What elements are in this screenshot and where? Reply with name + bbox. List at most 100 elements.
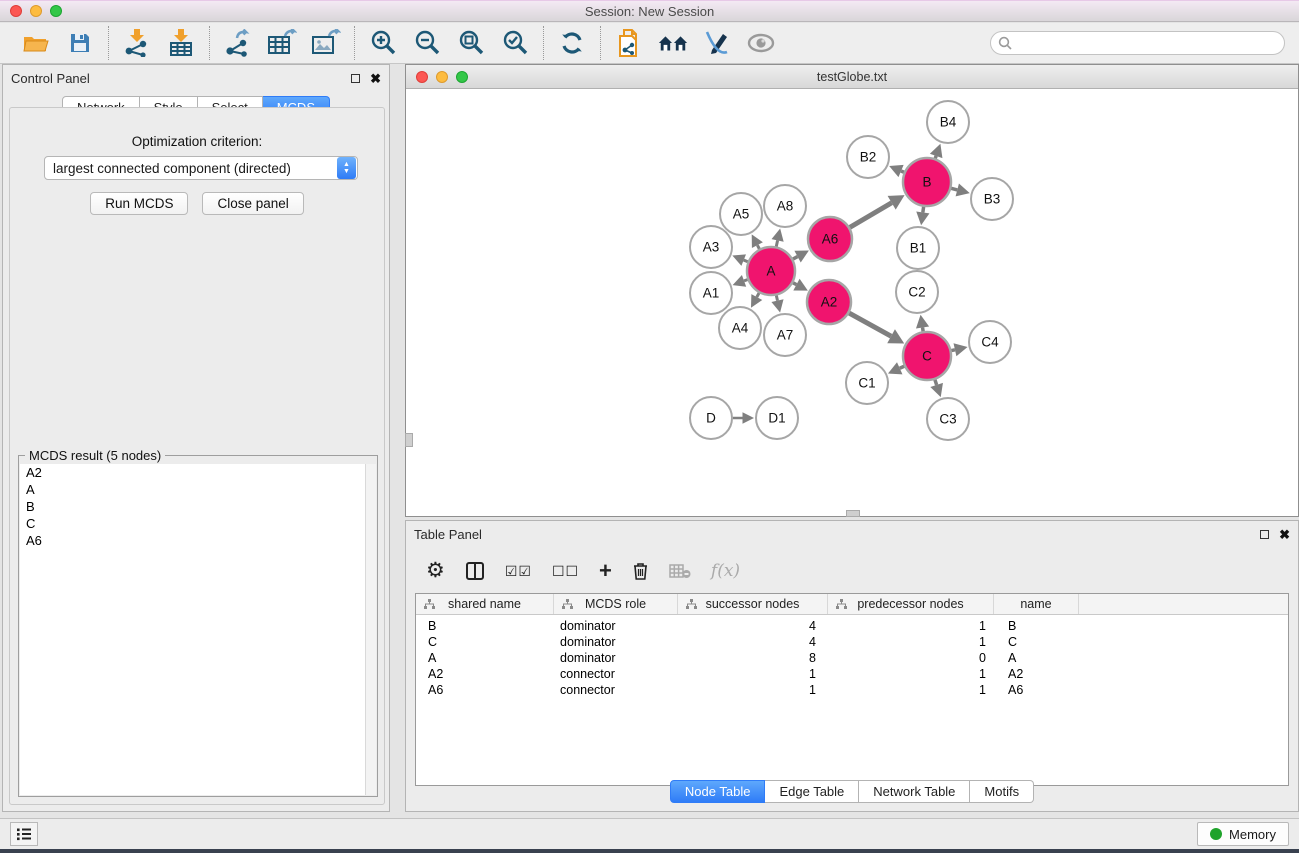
graph-node-A2[interactable]: A2 [807, 280, 851, 324]
graph-node-B4[interactable]: B4 [927, 101, 969, 143]
graph-node-D[interactable]: D [690, 397, 732, 439]
table-row[interactable]: A6connector11A6 [416, 682, 1288, 698]
graph-node-B3[interactable]: B3 [971, 178, 1013, 220]
memory-button[interactable]: Memory [1197, 822, 1289, 846]
mcds-result-item[interactable]: B [20, 498, 365, 515]
node-table-header[interactable]: shared nameMCDS rolesuccessor nodesprede… [416, 594, 1288, 615]
edge-A-A2[interactable] [793, 283, 796, 285]
save-session-icon[interactable] [64, 28, 96, 58]
graph-node-C3[interactable]: C3 [927, 398, 969, 440]
export-image-icon[interactable] [310, 28, 342, 58]
tab-edge-table[interactable]: Edge Table [765, 780, 859, 803]
tab-network-table[interactable]: Network Table [859, 780, 970, 803]
graph-node-C4[interactable]: C4 [969, 321, 1011, 363]
table-options-gear-icon[interactable]: ⚙ [426, 561, 445, 581]
edge-A-A7[interactable] [776, 295, 777, 300]
graph-node-B2[interactable]: B2 [847, 136, 889, 178]
import-table-icon[interactable] [165, 28, 197, 58]
edge-B-B2[interactable] [901, 171, 904, 172]
graph-node-A7[interactable]: A7 [764, 314, 806, 356]
table-row[interactable]: Bdominator41B [416, 618, 1288, 634]
column-header-shared-name[interactable]: shared name [416, 594, 554, 614]
edge-A-A6[interactable] [793, 257, 798, 259]
network-window-titlebar[interactable]: testGlobe.txt [406, 65, 1298, 89]
edge-A-A8[interactable] [776, 240, 777, 246]
show-graphics-details-icon[interactable] [745, 28, 777, 58]
edge-C-C3[interactable] [935, 380, 937, 385]
mcds-result-list[interactable]: A2ABCA6 [20, 464, 366, 795]
table-row[interactable]: Adominator80A [416, 650, 1288, 666]
edge-B-B1[interactable] [923, 207, 924, 213]
zoom-selected-icon[interactable] [499, 28, 531, 58]
column-header-name[interactable]: name [994, 594, 1079, 614]
first-neighbors-icon[interactable] [657, 28, 689, 58]
close-table-panel-icon[interactable]: ✖ [1279, 528, 1290, 541]
mcds-result-item[interactable]: A [20, 481, 365, 498]
open-file-icon[interactable] [20, 28, 52, 58]
table-row[interactable]: A2connector11A2 [416, 666, 1288, 682]
desktop-background [0, 849, 1299, 853]
graph-node-B1[interactable]: B1 [897, 227, 939, 269]
new-network-from-selection-icon[interactable] [613, 28, 645, 58]
graph-node-A4[interactable]: A4 [719, 307, 761, 349]
edge-C-C2[interactable] [923, 327, 924, 331]
graph-node-A6[interactable]: A6 [808, 217, 852, 261]
tab-node-table[interactable]: Node Table [670, 780, 766, 803]
close-panel-button[interactable]: Close panel [202, 192, 303, 215]
edge-A-A3[interactable] [744, 260, 748, 262]
mcds-result-item[interactable]: A6 [20, 532, 365, 549]
edge-A-A5[interactable] [757, 245, 759, 249]
run-mcds-button[interactable]: Run MCDS [90, 192, 188, 215]
edge-A2-C[interactable] [849, 313, 891, 336]
zoom-out-icon[interactable] [411, 28, 443, 58]
select-all-rows-icon[interactable]: ☑☑ [505, 563, 532, 580]
network-resize-grip-left[interactable] [405, 433, 413, 447]
delete-column-icon[interactable] [632, 561, 649, 581]
graph-node-C2[interactable]: C2 [896, 271, 938, 313]
add-column-icon[interactable]: + [599, 562, 612, 580]
column-header-predecessor-nodes[interactable]: predecessor nodes [828, 594, 994, 614]
export-table-icon[interactable] [266, 28, 298, 58]
edge-A6-B[interactable] [850, 203, 892, 228]
graph-node-A3[interactable]: A3 [690, 226, 732, 268]
graph-node-A[interactable]: A [747, 247, 795, 295]
task-history-button[interactable] [10, 822, 38, 846]
import-network-icon[interactable] [121, 28, 153, 58]
export-network-icon[interactable] [222, 28, 254, 58]
column-visibility-icon[interactable] [465, 561, 485, 581]
graph-node-A1[interactable]: A1 [690, 272, 732, 314]
network-graph[interactable]: B4 B2 B B3 A5A8A6 A3 B1 A A1 C2 A2 A4A7 C4 C C1 C3 D D1 [406, 90, 1298, 516]
deselect-all-rows-icon[interactable]: ☐☐ [552, 563, 579, 580]
tab-motifs[interactable]: Motifs [970, 780, 1034, 803]
graph-node-C[interactable]: C [903, 332, 951, 380]
mcds-list-scrollbar[interactable] [366, 464, 376, 795]
edge-A-A4[interactable] [757, 293, 759, 297]
float-table-panel-icon[interactable] [1260, 530, 1269, 539]
graph-node-C1[interactable]: C1 [846, 362, 888, 404]
edge-A-A1[interactable] [744, 280, 747, 281]
zoom-in-icon[interactable] [367, 28, 399, 58]
column-header-mcds-role[interactable]: MCDS role [554, 594, 678, 614]
search-input[interactable] [990, 31, 1285, 55]
edge-B-B4[interactable] [935, 156, 936, 159]
edge-B-B3[interactable] [951, 188, 957, 190]
hide-labels-icon[interactable] [701, 28, 733, 58]
zoom-fit-icon[interactable] [455, 28, 487, 58]
edge-C-C4[interactable] [951, 350, 955, 351]
network-canvas[interactable]: B4 B2 B B3 A5A8A6 A3 B1 A A1 C2 A2 A4A7 C4 C C1 C3 D D1 [406, 90, 1298, 516]
mcds-result-item[interactable]: C [20, 515, 365, 532]
table-cell: dominator [554, 651, 678, 665]
graph-node-B[interactable]: B [903, 158, 951, 206]
criterion-dropdown[interactable]: largest connected component (directed) ▲… [44, 156, 358, 180]
graph-node-A5[interactable]: A5 [720, 193, 762, 235]
float-panel-icon[interactable] [351, 74, 360, 83]
graph-node-A8[interactable]: A8 [764, 185, 806, 227]
close-panel-icon[interactable]: ✖ [370, 72, 381, 85]
network-resize-grip-bottom[interactable] [846, 510, 860, 517]
column-header-successor-nodes[interactable]: successor nodes [678, 594, 828, 614]
refresh-icon[interactable] [556, 28, 588, 58]
graph-node-D1[interactable]: D1 [756, 397, 798, 439]
table-row[interactable]: Cdominator41C [416, 634, 1288, 650]
mcds-result-item[interactable]: A2 [20, 464, 365, 481]
edge-C-C1[interactable] [900, 366, 904, 368]
